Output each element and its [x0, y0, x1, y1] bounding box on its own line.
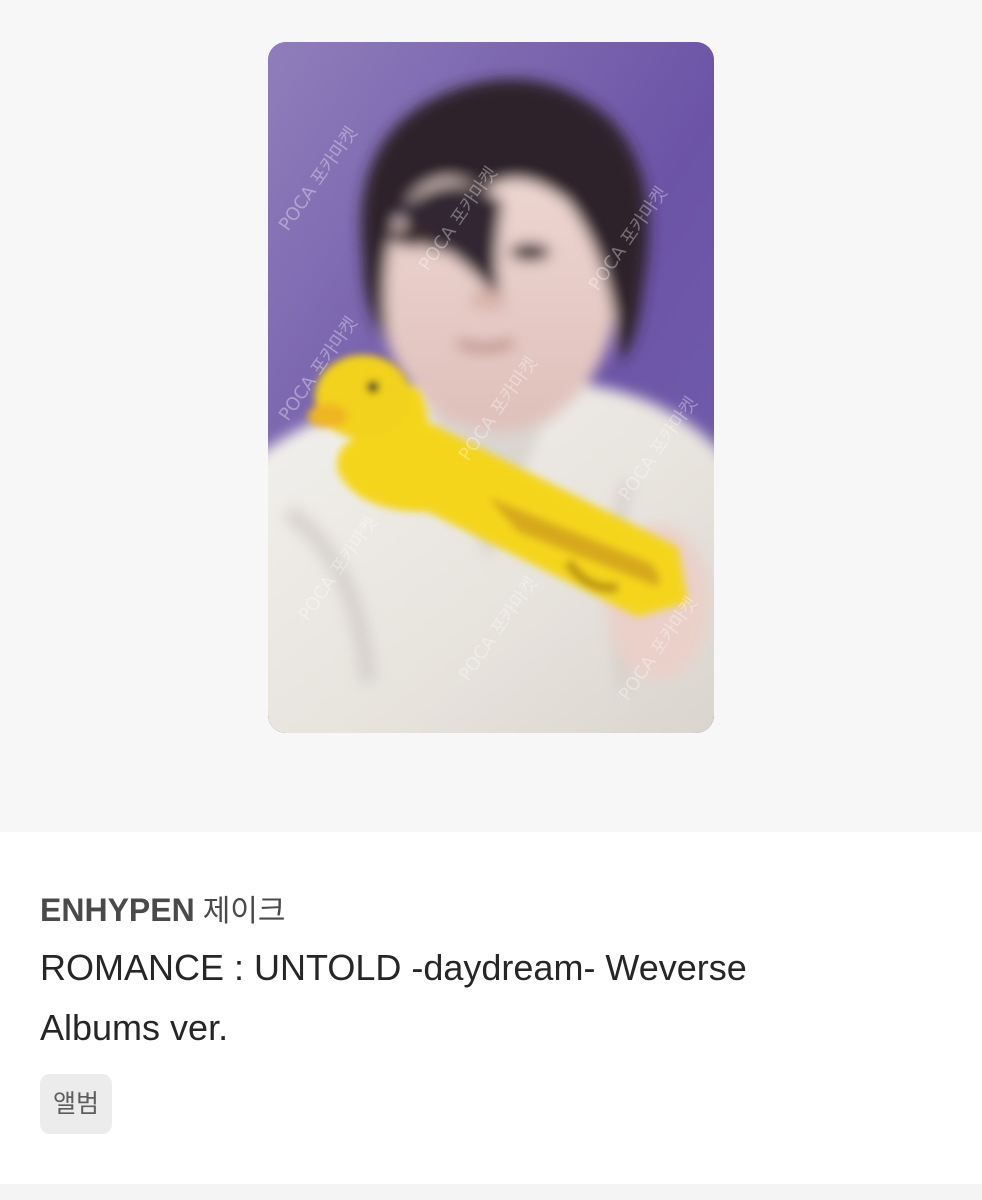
product-image-area: POCA 포카마켓 POCA 포카마켓 POCA 포카마켓 POCA 포카마켓 …: [0, 0, 982, 832]
member-name: 제이크: [202, 894, 286, 929]
bottom-divider: [0, 1184, 982, 1200]
album-title-line-2: Albums ver.: [40, 1007, 229, 1048]
category-tag[interactable]: 앨범: [40, 1074, 112, 1134]
photocard-artwork: POCA 포카마켓 POCA 포카마켓 POCA 포카마켓 POCA 포카마켓 …: [268, 42, 714, 733]
album-title-line-1: ROMANCE : UNTOLD -daydream- Weverse: [40, 947, 747, 988]
album-title: ROMANCE : UNTOLD -daydream- Weverse Albu…: [40, 938, 860, 1058]
product-info: ENHYPEN 제이크 ROMANCE : UNTOLD -daydream- W…: [0, 832, 982, 1184]
artist-line: ENHYPEN 제이크: [40, 890, 286, 932]
artist-name: ENHYPEN: [40, 892, 195, 928]
photocard-image[interactable]: POCA 포카마켓 POCA 포카마켓 POCA 포카마켓 POCA 포카마켓 …: [268, 42, 714, 733]
